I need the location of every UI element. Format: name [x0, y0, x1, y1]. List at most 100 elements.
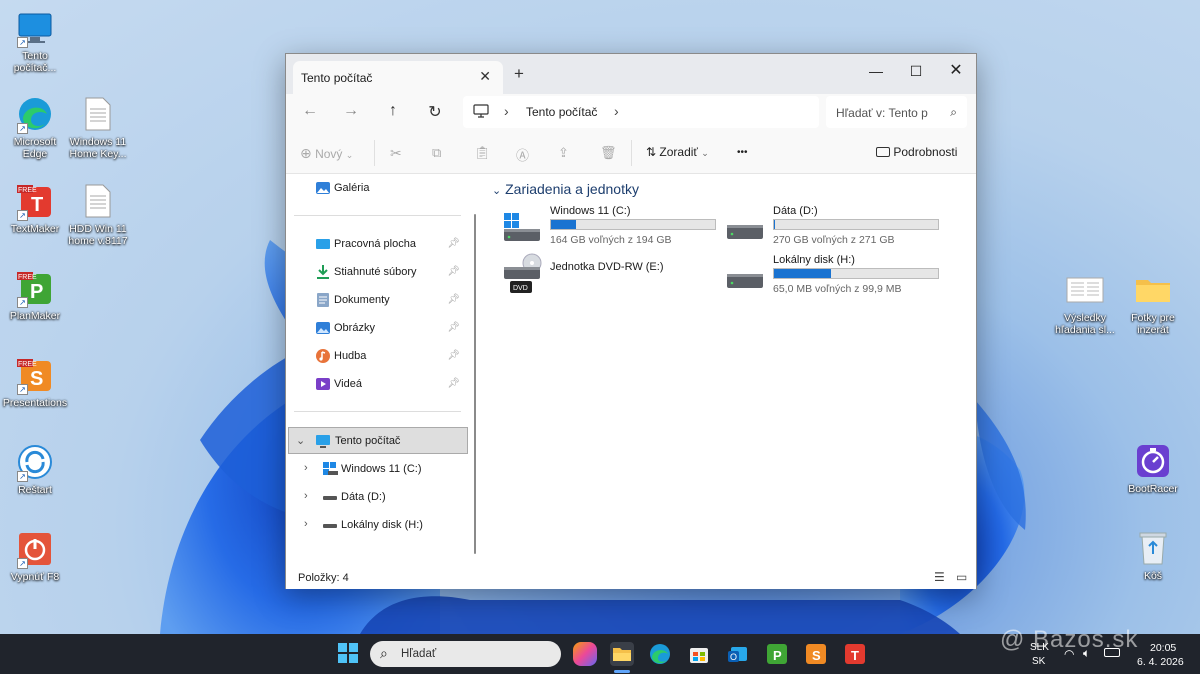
sidebar-scrollbar[interactable]	[474, 214, 476, 554]
chevron-right-icon[interactable]: ›	[304, 518, 308, 530]
desktop-icon-shutdown[interactable]: ↗ Vypnúť F8	[0, 529, 70, 583]
clock-date[interactable]: 6. 4. 2026	[1137, 656, 1184, 668]
drive-tile-h[interactable]: Lokálny disk (H:) 65,0 MB voľných z 99,9…	[725, 254, 945, 300]
watermark: @ Bazos.sk	[1000, 626, 1139, 653]
chevron-right-icon[interactable]: ›	[614, 103, 619, 119]
chevron-right-icon[interactable]: ›	[304, 490, 308, 502]
active-app-indicator	[614, 670, 630, 673]
new-tab-icon[interactable]: +	[514, 64, 524, 84]
chevron-right-icon[interactable]: ›	[504, 103, 509, 119]
presentations-icon[interactable]: S	[804, 642, 828, 666]
content-pane: ⌄ Zariadenia a jednotky Windows 11 (C:) …	[482, 175, 976, 565]
desktop-icon-recycle-bin[interactable]: Kôš	[1118, 528, 1188, 582]
forward-icon[interactable]: →	[339, 102, 363, 120]
share-icon[interactable]: ⇪	[558, 145, 569, 161]
start-icon[interactable]	[337, 642, 361, 666]
pin-icon[interactable]: 📌︎	[447, 266, 460, 277]
sidebar-item-drive-h[interactable]: › Lokálny disk (H:)	[286, 512, 466, 538]
new-button-label: Nový	[315, 147, 343, 161]
drive-free-space: 270 GB voľných z 271 GB	[773, 234, 895, 246]
details-view-icon[interactable]: ☰	[934, 570, 945, 584]
sidebar-item-gallery[interactable]: Galéria	[286, 175, 466, 201]
svg-text:P: P	[773, 648, 782, 663]
sidebar-item-music[interactable]: Hudba 📌︎	[286, 343, 466, 369]
desktop-icon-this-pc[interactable]: ↗ Tento počítač...	[0, 8, 70, 74]
pin-icon[interactable]: 📌︎	[447, 294, 460, 305]
language-indicator-bottom[interactable]: SK	[1032, 656, 1045, 667]
group-header[interactable]: ⌄ Zariadenia a jednotky	[492, 181, 639, 197]
up-icon[interactable]: ↑	[381, 102, 405, 120]
chevron-right-icon[interactable]: ›	[304, 462, 308, 474]
rename-icon[interactable]: Ⓐ	[516, 145, 529, 164]
close-window-icon[interactable]: ✕	[936, 58, 976, 84]
sidebar-item-label: Lokálny disk (H:)	[341, 519, 423, 531]
sidebar-item-this-pc[interactable]: ⌄ Tento počítač	[288, 427, 468, 454]
more-options-icon[interactable]: •••	[737, 147, 748, 158]
desktop-icon-hdd-win11[interactable]: HDD Win 11 home v.8117	[63, 181, 133, 247]
cut-icon[interactable]: ✂	[390, 145, 402, 162]
drive-name: Jednotka DVD-RW (E:)	[550, 261, 664, 273]
desktop-icon-photos-folder[interactable]: Fotky pre inzerát	[1118, 270, 1188, 336]
address-bar[interactable]: › Tento počítač ›	[463, 96, 819, 128]
sidebar-item-pictures[interactable]: Obrázky 📌︎	[286, 315, 466, 341]
maximize-icon[interactable]: ☐	[896, 58, 936, 84]
desktop-icon-restart[interactable]: ↗ Reštart	[0, 442, 70, 496]
outlook-icon[interactable]: O	[726, 642, 750, 666]
sidebar-item-videos[interactable]: Videá 📌︎	[286, 371, 466, 397]
sort-button[interactable]: ⇅ Zoradiť ⌄	[646, 145, 709, 159]
paste-icon[interactable]: 📋︎	[474, 145, 491, 161]
refresh-icon[interactable]: ↻	[423, 102, 447, 122]
drive-tile-c[interactable]: Windows 11 (C:) 164 GB voľných z 194 GB	[502, 205, 722, 251]
store-icon[interactable]	[687, 642, 711, 666]
sidebar-item-documents[interactable]: Dokumenty 📌︎	[286, 287, 466, 313]
sidebar-item-desktop[interactable]: Pracovná plocha 📌︎	[286, 231, 466, 257]
divider	[374, 140, 375, 166]
svg-text:S: S	[30, 368, 43, 390]
folder-icon	[1136, 280, 1170, 302]
desktop-icon-textmaker[interactable]: T FREE ↗ TextMaker	[0, 181, 70, 235]
tab-this-pc[interactable]: Tento počítač ✕	[293, 61, 503, 94]
pin-icon[interactable]: 📌︎	[447, 238, 460, 249]
desktop-icon-search-results[interactable]: Výsledky hľadania sl...	[1050, 270, 1120, 336]
sidebar-item-label: Obrázky	[334, 322, 375, 334]
chevron-down-icon[interactable]: ⌄	[296, 434, 305, 447]
back-icon[interactable]: ←	[298, 102, 322, 120]
desktop-icon-planmaker[interactable]: P FREE ↗ PlanMaker	[0, 268, 70, 322]
pin-icon[interactable]: 📌︎	[447, 350, 460, 361]
delete-icon[interactable]: 🗑︎	[600, 145, 617, 161]
pin-icon[interactable]: 📌︎	[447, 322, 460, 333]
tab-title: Tento počítač	[301, 71, 373, 85]
sidebar-item-drive-c[interactable]: › Windows 11 (C:)	[286, 456, 466, 482]
clock-time[interactable]: 20:05	[1150, 642, 1176, 654]
search-input[interactable]: Hľadať v: Tento p	[836, 106, 936, 120]
drive-tile-e[interactable]: DVD Jednotka DVD-RW (E:)	[502, 253, 722, 307]
copy-icon[interactable]: ⧉	[432, 145, 441, 161]
pin-icon[interactable]: 📌︎	[447, 378, 460, 389]
sidebar-item-drive-d[interactable]: › Dáta (D:)	[286, 484, 466, 510]
drive-icon	[725, 211, 765, 243]
sidebar-item-label: Dáta (D:)	[341, 491, 386, 503]
close-tab-icon[interactable]: ✕	[479, 68, 491, 85]
minimize-icon[interactable]: —	[856, 58, 896, 84]
sidebar-item-label: Stiahnuté súbory	[334, 266, 417, 278]
drive-name: Windows 11 (C:)	[550, 205, 631, 217]
desktop-icon-edge[interactable]: ↗ Microsoft Edge	[0, 94, 70, 160]
file-explorer-icon[interactable]	[610, 642, 634, 666]
taskbar-search[interactable]: ⌕ Hľadať	[370, 641, 561, 667]
edge-icon[interactable]	[648, 642, 672, 666]
planmaker-icon[interactable]: P	[765, 642, 789, 666]
details-pane-button[interactable]: Podrobnosti	[876, 145, 957, 159]
desktop-icon-presentations[interactable]: S FREE ↗ Presentations	[0, 355, 70, 409]
breadcrumb[interactable]: Tento počítač	[526, 105, 597, 119]
sidebar-item-downloads[interactable]: Stiahnuté súbory 📌︎	[286, 259, 466, 285]
drive-icon	[322, 517, 338, 533]
desktop-icon-bootracer[interactable]: BootRacer	[1118, 441, 1188, 495]
sidebar-item-label: Hudba	[334, 350, 367, 362]
tiles-view-icon[interactable]: ▭	[956, 570, 967, 584]
new-button[interactable]: ⊕ Nový ⌄	[300, 145, 353, 162]
textmaker-icon[interactable]: T	[843, 642, 867, 666]
desktop-icon-win11-key[interactable]: Windows 11 Home Key...	[63, 94, 133, 160]
drive-tile-d[interactable]: Dáta (D:) 270 GB voľných z 271 GB	[725, 205, 945, 251]
copilot-icon[interactable]	[573, 642, 597, 666]
search-box[interactable]: Hľadať v: Tento p ⌕	[826, 96, 967, 128]
